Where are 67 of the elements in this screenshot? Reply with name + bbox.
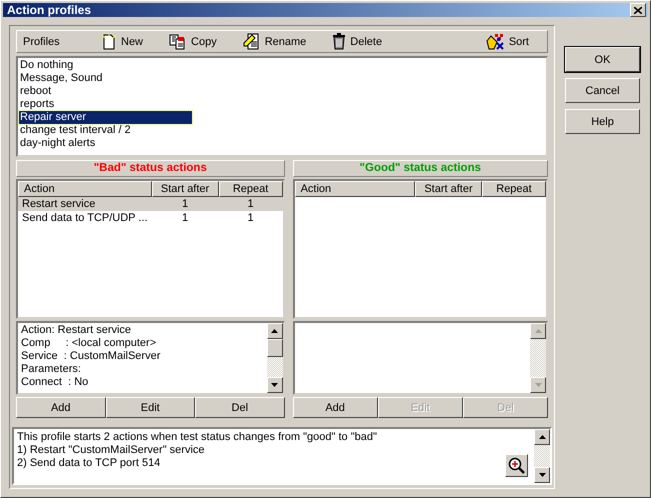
scroll-up-button[interactable] [530,323,546,339]
dialog-button[interactable]: Help [565,109,640,134]
details-line: Service : CustomMailServer [21,350,162,363]
profile-item[interactable]: day-night alerts [19,137,192,150]
pencil-page-icon [242,33,261,50]
scrollbar[interactable] [530,323,546,393]
close-icon [634,6,642,14]
scroll-up-button[interactable] [266,323,283,339]
dialog-button[interactable]: Cancel [565,78,640,103]
details-line: Comp : <local computer> [21,337,158,350]
down-arrow-icon [538,473,546,477]
scroll-down-button[interactable] [534,467,550,483]
profiles-list[interactable]: Do nothing Message, Sound reboot reports Repair server change test interval / 2 day-night alerts [16,56,548,157]
toolbar-button[interactable]: Rename [240,33,308,50]
scroll-down-button[interactable] [530,377,546,393]
down-arrow-icon [271,383,278,387]
details-line: Connect : No [21,376,90,389]
profile-item[interactable]: Repair server [19,111,192,124]
scrollbar[interactable] [266,323,283,393]
toolbar-button[interactable]: Copy [167,34,219,50]
column-header[interactable]: Repeat [218,181,283,197]
summary-line: 2) Send data to TCP port 514 [17,457,162,470]
profile-item[interactable]: Do nothing [19,59,192,72]
up-arrow-icon [538,435,546,439]
scrollbar[interactable] [534,429,550,483]
scroll-thumb[interactable] [266,339,283,357]
column-header[interactable]: Start after [415,181,482,197]
copy-icon [169,34,188,50]
actions-table[interactable]: Action Start after Repeat [292,179,548,319]
summary-line: 1) Restart "CustomMailServer" service [17,444,206,457]
down-arrow-icon [534,383,542,387]
sort-icon [484,33,505,50]
magnifier-icon [508,457,525,474]
table-row[interactable]: Send data to TCP/UDP ... 1 1 [18,211,283,225]
action-button[interactable]: Add [292,397,378,418]
profile-item[interactable]: Message, Sound [19,72,192,85]
scroll-up-button[interactable] [534,429,550,445]
column-header[interactable]: Repeat [482,181,546,197]
toolbar-button[interactable]: New [99,34,146,50]
details-line: Action: Restart service [21,324,132,337]
action-button[interactable]: Add [16,397,106,418]
close-button[interactable] [630,3,646,17]
action-button[interactable]: Del [195,397,285,418]
window-title: Action profiles [7,3,92,17]
toolbar-label: Profiles [23,36,61,48]
up-arrow-icon [271,329,278,333]
zoom-button[interactable] [505,454,528,477]
toolbar-button[interactable]: Sort [482,33,531,50]
column-header[interactable]: Action [18,181,152,197]
pane-title: "Good" status actions [292,160,548,177]
profile-item[interactable]: reports [19,98,192,111]
details-line: Parameters: [21,363,82,376]
actions-table[interactable]: Action Start after Repeat Restart service 1 1 Send data to TCP/UDP ... 1 1 [16,179,285,319]
toolbar-button[interactable]: Delete [330,33,384,50]
table-row[interactable]: Restart service 1 1 [18,197,283,211]
profile-item[interactable]: reboot [19,85,192,98]
scroll-down-button[interactable] [266,377,283,393]
up-arrow-icon [534,329,542,333]
column-header[interactable]: Action [294,181,415,197]
action-button[interactable]: Edit [106,397,196,418]
summary-line: This profile starts 2 actions when test status changes from "good" to "bad" [17,431,378,444]
column-header[interactable]: Start after [152,181,219,197]
trash-icon [332,33,346,50]
pane-title: "Bad" status actions [16,160,285,177]
profile-item[interactable]: change test interval / 2 [19,124,192,137]
dialog-button[interactable]: OK [565,47,640,72]
page-icon [101,34,117,50]
